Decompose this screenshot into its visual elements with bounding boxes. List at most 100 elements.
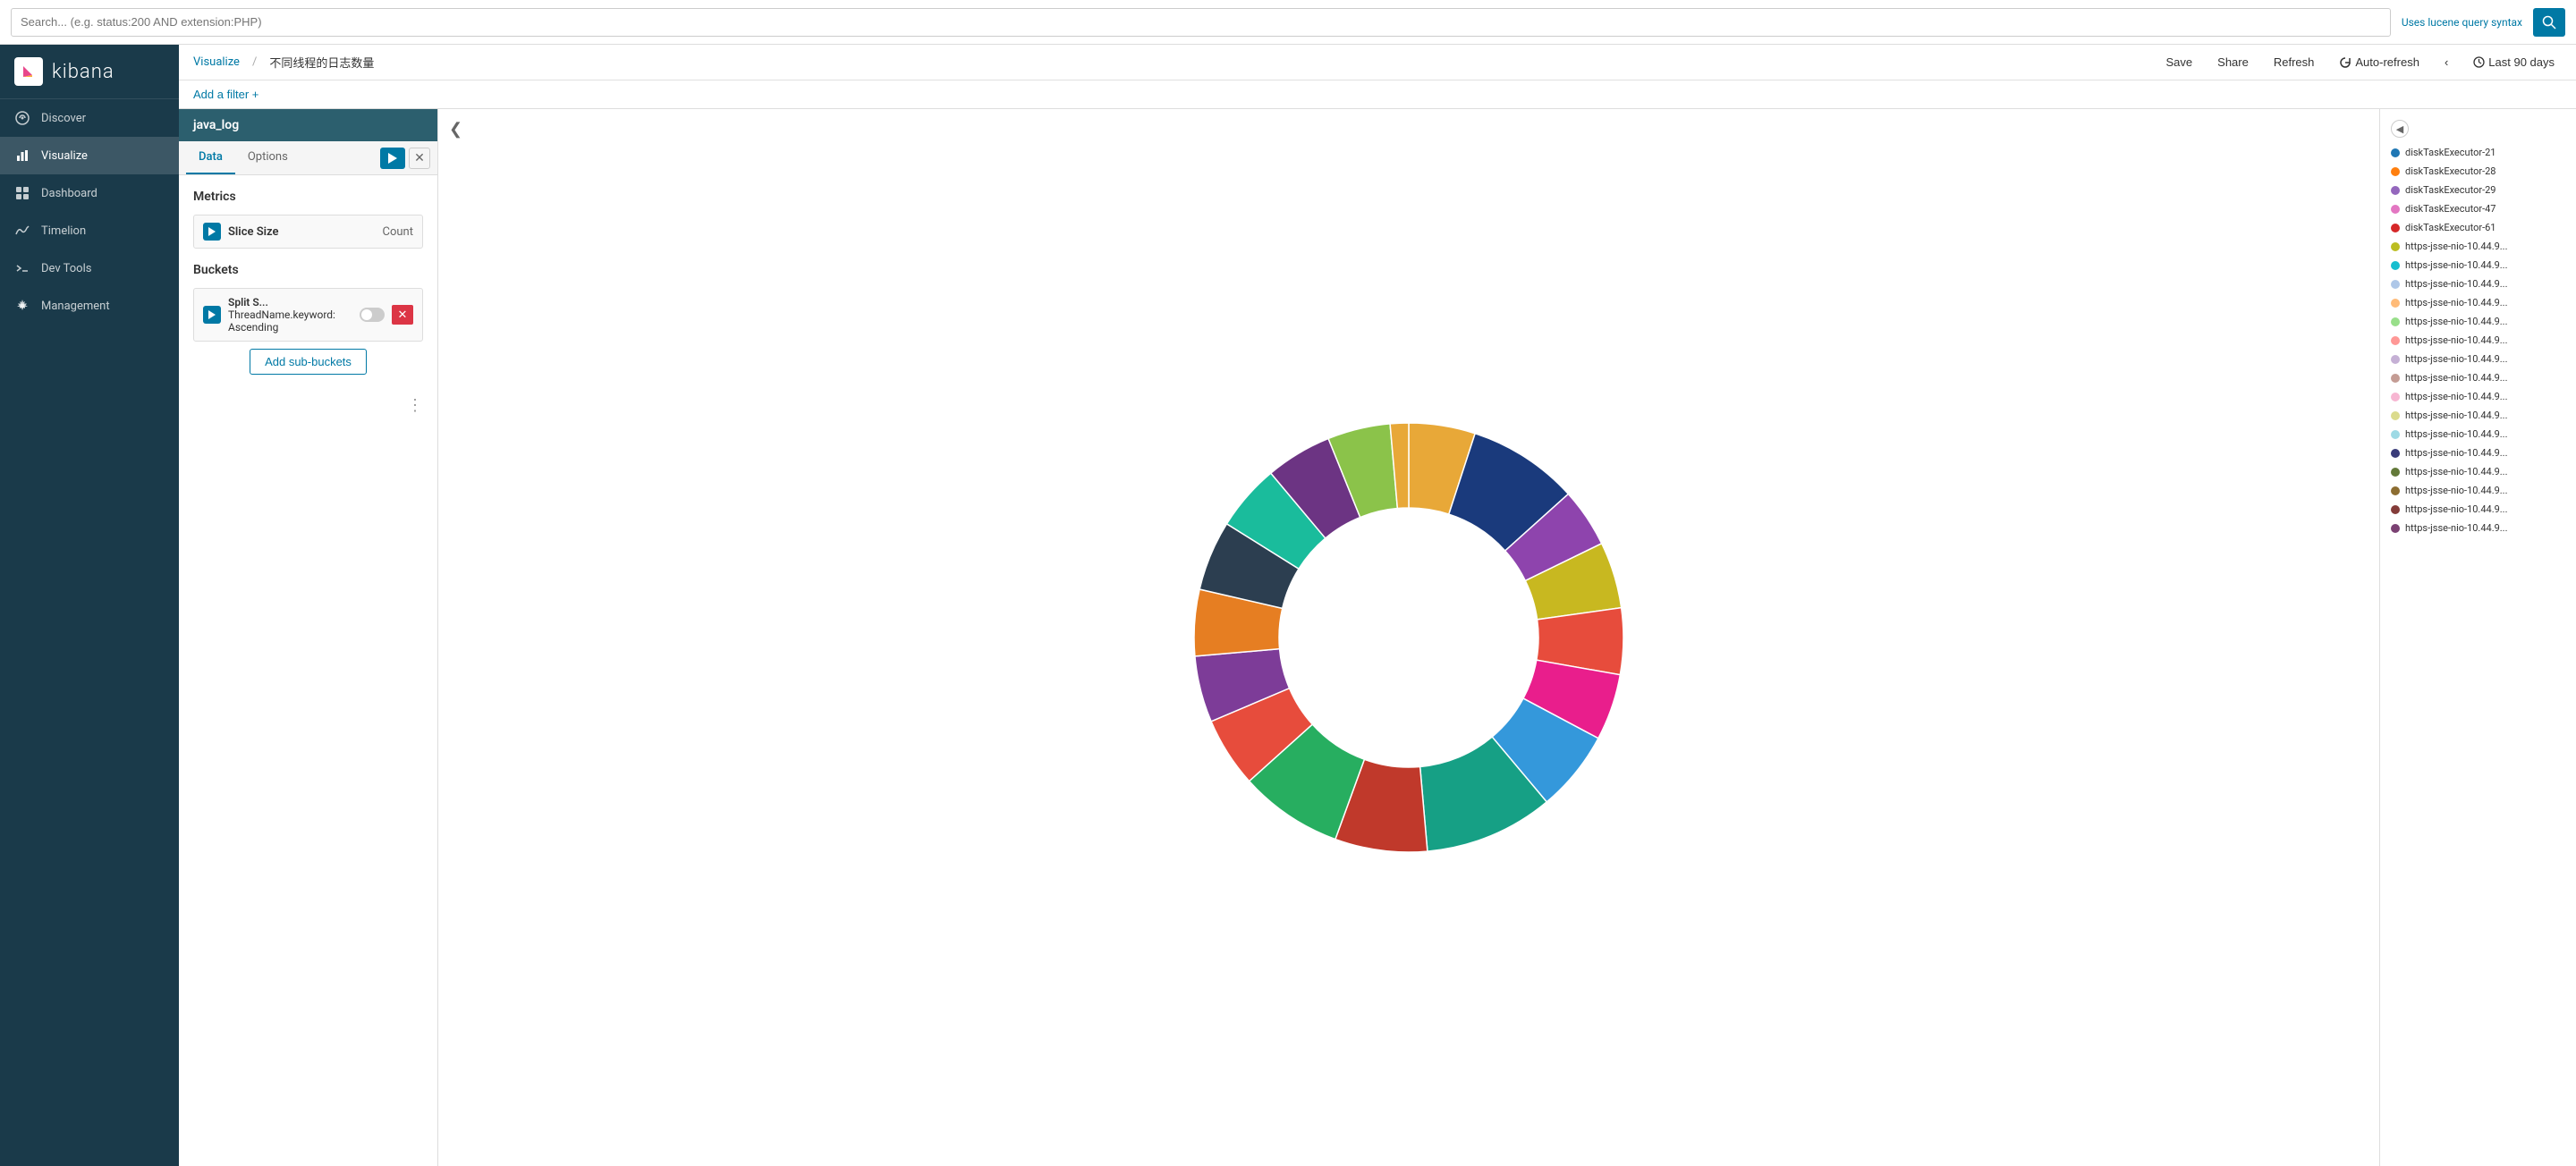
legend-dot	[2391, 224, 2400, 232]
legend-label: https-jsse-nio-10.44.9...	[2405, 372, 2508, 384]
panel-tab-actions: ✕	[380, 148, 430, 169]
legend-label: https-jsse-nio-10.44.9...	[2405, 334, 2508, 346]
legend-item: https-jsse-nio-10.44.9...	[2391, 314, 2565, 329]
legend-item: diskTaskExecutor-29	[2391, 182, 2565, 198]
search-input[interactable]	[11, 8, 2391, 37]
legend-label: https-jsse-nio-10.44.9...	[2405, 391, 2508, 402]
legend-label: https-jsse-nio-10.44.9...	[2405, 353, 2508, 365]
legend-item: https-jsse-nio-10.44.9...	[2391, 427, 2565, 442]
sidebar-item-visualize[interactable]: Visualize	[0, 137, 179, 174]
legend-item: https-jsse-nio-10.44.9...	[2391, 502, 2565, 517]
run-button[interactable]	[380, 148, 405, 169]
add-filter-button[interactable]: Add a filter +	[193, 88, 258, 101]
breadcrumb-sep: /	[252, 55, 257, 69]
buckets-section: Buckets Split S... ThreadName.keyword: A…	[179, 263, 437, 389]
donut-container	[1176, 405, 1641, 870]
lucene-hint: Uses lucene query syntax	[2402, 16, 2522, 29]
share-button[interactable]: Share	[2210, 52, 2256, 72]
legend-item: diskTaskExecutor-21	[2391, 145, 2565, 160]
refresh-button[interactable]: Refresh	[2267, 52, 2322, 72]
delete-bucket-button[interactable]: ✕	[392, 305, 413, 325]
legend-expand-button[interactable]: ◀	[2391, 120, 2409, 138]
legend-label: diskTaskExecutor-28	[2405, 165, 2496, 177]
bucket-toggle[interactable]	[360, 308, 385, 322]
visualize-icon	[14, 148, 30, 164]
legend-item: https-jsse-nio-10.44.9...	[2391, 464, 2565, 479]
legend-label: diskTaskExecutor-29	[2405, 184, 2496, 196]
cancel-button[interactable]: ✕	[409, 148, 430, 169]
metric-item: Slice Size Count	[193, 215, 423, 249]
tab-data[interactable]: Data	[186, 141, 235, 174]
clock-icon	[2473, 56, 2485, 68]
metrics-section: Metrics Slice Size Count	[179, 175, 437, 263]
content-area: Visualize / 不同线程的日志数量 Save Share Refresh…	[179, 45, 2576, 1166]
devtools-icon	[14, 260, 30, 276]
legend-label: https-jsse-nio-10.44.9...	[2405, 503, 2508, 515]
sidebar-label-management: Management	[41, 300, 110, 313]
search-button[interactable]	[2533, 8, 2565, 37]
legend-label: https-jsse-nio-10.44.9...	[2405, 297, 2508, 308]
breadcrumb-visualize[interactable]: Visualize	[193, 55, 240, 69]
legend-label: https-jsse-nio-10.44.9...	[2405, 241, 2508, 252]
buckets-title: Buckets	[193, 263, 423, 277]
panel-title: java_log	[179, 109, 437, 141]
legend-dot	[2391, 374, 2400, 383]
legend-label: https-jsse-nio-10.44.9...	[2405, 428, 2508, 440]
tab-options[interactable]: Options	[235, 141, 301, 174]
legend-panel: ◀ diskTaskExecutor-21 diskTaskExecutor-28 d…	[2379, 109, 2576, 1166]
time-range-label: Last 90 days	[2488, 55, 2555, 69]
add-sub-buckets-button[interactable]: Add sub-buckets	[250, 349, 367, 375]
legend-item: https-jsse-nio-10.44.9...	[2391, 295, 2565, 310]
legend-dot	[2391, 299, 2400, 308]
legend-item: https-jsse-nio-10.44.9...	[2391, 276, 2565, 292]
discover-icon	[14, 110, 30, 126]
legend-item: https-jsse-nio-10.44.9...	[2391, 333, 2565, 348]
nav-title-top: Visualize / 不同线程的日志数量 Save Share Refresh…	[179, 45, 2576, 80]
legend-dot	[2391, 468, 2400, 477]
legend-item: https-jsse-nio-10.44.9...	[2391, 389, 2565, 404]
auto-refresh-label: Auto-refresh	[2355, 55, 2419, 69]
legend-dot	[2391, 486, 2400, 495]
sidebar-item-management[interactable]: Management	[0, 287, 179, 325]
legend-item: https-jsse-nio-10.44.9...	[2391, 258, 2565, 273]
sidebar-item-timelion[interactable]: Timelion	[0, 212, 179, 249]
legend-label: https-jsse-nio-10.44.9...	[2405, 447, 2508, 459]
legend-dot	[2391, 280, 2400, 289]
panel-tabs: Data Options ✕	[179, 141, 437, 175]
sidebar-item-discover[interactable]: Discover	[0, 99, 179, 137]
metric-label: Slice Size	[228, 225, 376, 239]
legend-item: https-jsse-nio-10.44.9...	[2391, 483, 2565, 498]
bucket-item: Split S... ThreadName.keyword: Ascending…	[193, 288, 423, 342]
time-range-button[interactable]: Last 90 days	[2466, 52, 2562, 72]
legend-item: diskTaskExecutor-47	[2391, 201, 2565, 216]
legend-dot	[2391, 505, 2400, 514]
dashboard-icon	[14, 185, 30, 201]
sidebar-item-devtools[interactable]: Dev Tools	[0, 249, 179, 287]
timelion-icon	[14, 223, 30, 239]
sidebar-item-dashboard[interactable]: Dashboard	[0, 174, 179, 212]
top-actions: Save Share Refresh Auto-refresh ‹ Last 9…	[2159, 52, 2562, 72]
legend-dot	[2391, 242, 2400, 251]
auto-refresh-button[interactable]: Auto-refresh	[2332, 52, 2427, 72]
bucket-label: Split S... ThreadName.keyword: Ascending	[228, 296, 352, 334]
legend-dot	[2391, 205, 2400, 214]
legend-label: https-jsse-nio-10.44.9...	[2405, 485, 2508, 496]
legend-label: https-jsse-nio-10.44.9...	[2405, 316, 2508, 327]
sidebar-label-devtools: Dev Tools	[41, 262, 91, 275]
donut-chart	[1176, 405, 1641, 870]
legend-dot	[2391, 524, 2400, 533]
panel-more-options[interactable]: ⋮	[179, 389, 437, 422]
metrics-title: Metrics	[193, 190, 423, 204]
metric-expand-button[interactable]	[203, 223, 221, 241]
legend-dot	[2391, 148, 2400, 157]
prev-time-button[interactable]: ‹	[2437, 52, 2455, 72]
chart-back-button[interactable]: ❮	[449, 120, 462, 139]
legend-dot	[2391, 430, 2400, 439]
legend-label: diskTaskExecutor-47	[2405, 203, 2496, 215]
legend-label: https-jsse-nio-10.44.9...	[2405, 259, 2508, 271]
legend-dot	[2391, 393, 2400, 401]
legend-dot	[2391, 449, 2400, 458]
logo-text: kibana	[52, 61, 114, 83]
save-button[interactable]: Save	[2159, 52, 2200, 72]
bucket-expand-button[interactable]	[203, 306, 221, 324]
